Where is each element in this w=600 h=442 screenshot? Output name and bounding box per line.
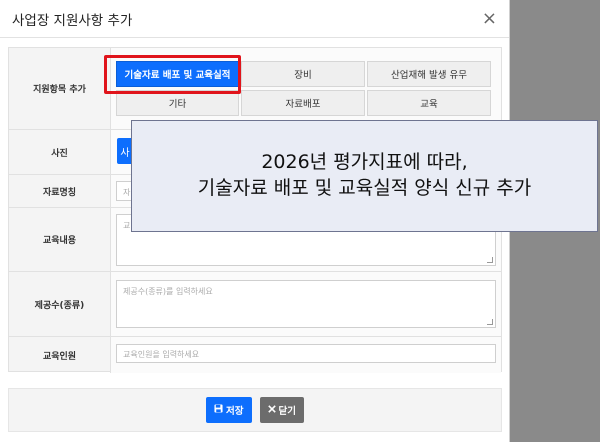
edu-people-input[interactable]: 교육인원을 입력하세요 xyxy=(116,344,496,363)
supply-count-placeholder: 제공수(종류)를 입력하세요 xyxy=(123,287,213,296)
callout-line-1: 2026년 평가지표에 따라, xyxy=(261,151,468,174)
save-label: 저장 xyxy=(226,406,244,417)
close-icon[interactable]: × xyxy=(482,9,497,28)
row-support-type: 지원항목 추가 기술자료 배포 및 교육실적 장비 산업재해 발생 유무 기타 … xyxy=(9,48,501,130)
edu-content-label: 교육내용 xyxy=(42,236,77,246)
modal-footer: 저장 닫기 xyxy=(8,388,502,432)
modal-header: 사업장 지원사항 추가 × xyxy=(0,0,509,38)
resize-handle-icon[interactable] xyxy=(487,319,493,325)
supply-count-textarea[interactable]: 제공수(종류)를 입력하세요 xyxy=(116,280,496,328)
row-edu-people: 교육인원 교육인원을 입력하세요 xyxy=(9,337,501,373)
highlight-box xyxy=(104,55,241,94)
supply-count-label: 제공수(종류) xyxy=(34,300,85,311)
type-option-equipment[interactable]: 장비 xyxy=(241,61,365,87)
edu-content-placeholder: 교 xyxy=(123,221,131,230)
type-option-education[interactable]: 교육 xyxy=(367,90,491,116)
close-button[interactable]: 닫기 xyxy=(259,397,304,423)
save-button[interactable]: 저장 xyxy=(206,397,252,423)
modal-title: 사업장 지원사항 추가 xyxy=(12,12,133,29)
edu-people-label: 교육인원 xyxy=(42,351,77,362)
type-option-doc-distribution[interactable]: 자료배포 xyxy=(241,90,365,116)
edu-people-value: 교육인원을 입력하세요 xyxy=(110,337,501,373)
floppy-disk-icon xyxy=(214,404,223,416)
doc-name-label: 자료명칭 xyxy=(42,187,77,198)
supply-count-value: 제공수(종류)를 입력하세요 xyxy=(110,272,501,336)
row-supply-count: 제공수(종류) 제공수(종류)를 입력하세요 xyxy=(9,272,501,337)
support-type-label: 지원항목 추가 xyxy=(33,85,86,95)
announcement-callout: 2026년 평가지표에 따라, 기술자료 배포 및 교육실적 양식 신규 추가 xyxy=(131,120,598,232)
close-label: 닫기 xyxy=(278,406,296,417)
x-icon xyxy=(267,404,276,416)
callout-line-2: 기술자료 배포 및 교육실적 양식 신규 추가 xyxy=(197,177,532,199)
photo-label: 사진 xyxy=(51,148,68,159)
resize-handle-icon[interactable] xyxy=(487,257,493,263)
type-option-accident[interactable]: 산업재해 발생 유무 xyxy=(367,61,491,87)
